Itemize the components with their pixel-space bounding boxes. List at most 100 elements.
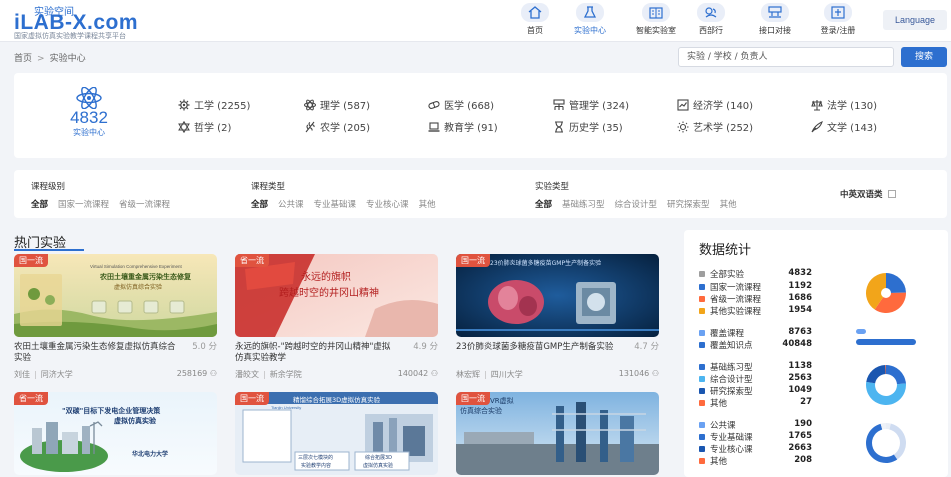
legend-swatch (699, 284, 705, 290)
statistics-panel: 数据统计 全部实验 4832 国家一流课程 1192 省级一流课程 1686 其他实验… (684, 230, 948, 477)
thumb-text: 精馏综合拓展3D虚拟仿真实验 (293, 396, 381, 404)
star-of-david-icon (178, 120, 190, 134)
legend-swatch (699, 422, 705, 428)
category-arts[interactable]: 艺术学 (252) (677, 119, 753, 134)
card-title[interactable]: 23价肺炎球菌多糖疫苗GMP生产制备实验 4.7 分 (456, 342, 659, 364)
bilingual-toggle[interactable]: 中英双语类 (840, 188, 896, 200)
category-label: 医学 (668) (444, 101, 495, 112)
legend-swatch (699, 308, 705, 314)
breadcrumb-home[interactable]: 首页 (14, 54, 32, 64)
card-thumbnail[interactable]: 国一流 Virtual Simulation Comprehensive Exp… (14, 254, 217, 337)
stat-label: 专业基础课 (710, 433, 753, 443)
stat-label: 研究探索型 (710, 387, 753, 397)
flask-icon (576, 3, 604, 22)
thumb-text: "双碳"目标下发电企业管理决策 (62, 407, 161, 415)
stat-value: 1686 (788, 293, 812, 303)
legend-swatch (699, 446, 705, 452)
category-label: 教育学 (91) (444, 123, 498, 134)
filter-option[interactable]: 全部 (251, 198, 268, 210)
thumb-text: 农田土壤重金属污染生态修复 (100, 273, 191, 281)
thumb-text: 虚拟仿真实验 (363, 463, 394, 469)
nav-login[interactable]: 登录/注册 (800, 3, 876, 36)
stat-value: 40848 (782, 339, 812, 349)
experiment-card[interactable]: 国一流 Virtual Simulation Comprehensive Exp… (14, 254, 217, 380)
card-thumbnail[interactable]: 国一流 23价肺炎球菌多糖疫苗GMP生产制备实验 (456, 254, 659, 337)
stat-value: 1049 (788, 385, 812, 395)
stat-label: 综合设计型 (710, 375, 753, 385)
card-title-text: 农田土壤重金属污染生态修复虚拟仿真综合实验 (14, 342, 176, 363)
card-meta: 刘佳 | 同济大学 258169 ⚇ (14, 369, 217, 380)
category-medicine[interactable]: 医学 (668) (428, 97, 494, 112)
filter-option[interactable]: 研究探索型 (667, 198, 710, 210)
stat-row: 综合设计型 2563 (699, 373, 829, 385)
experiment-card[interactable]: 国一流 VR虚拟 仿真综合实验 (456, 392, 659, 475)
quill-icon (811, 121, 823, 133)
breadcrumb-separator: > (37, 54, 45, 64)
filter-option[interactable]: 国家一流课程 (58, 198, 109, 210)
experiment-card[interactable]: 国一流 精馏综合拓展3D虚拟仿真实验 Tianjin University 三层… (235, 392, 438, 475)
search-button[interactable]: 搜索 (901, 47, 947, 67)
people-icon: ⚇ (430, 369, 438, 378)
filter-option[interactable]: 其他 (419, 198, 436, 210)
filter-option[interactable]: 综合设计型 (615, 198, 658, 210)
category-philosophy[interactable]: 哲学 (2) (178, 119, 231, 134)
stat-row: 研究探索型 1049 (699, 385, 829, 397)
experiment-card[interactable]: 省一流 永远的旗帜 跨越时空的井冈山精神 永远的旗帜-"跨越时空的井冈山精神"虚… (235, 254, 438, 380)
category-science[interactable]: 理学 (587) (304, 97, 370, 112)
coverage-bar-courses (856, 329, 866, 334)
filter-option[interactable]: 全部 (31, 198, 48, 210)
card-thumbnail[interactable]: 省一流 "双碳"目标下发电企业管理决策 虚拟仿真实验 华北电力大学 (14, 392, 217, 475)
card-meta: 林宏辉 | 四川大学 131046 ⚇ (456, 369, 659, 380)
stat-row: 专业核心课 2663 (699, 443, 829, 455)
stat-value: 208 (794, 455, 812, 465)
category-education[interactable]: 教育学 (91) (428, 119, 498, 134)
views-count: 258169 (176, 369, 208, 378)
category-literature[interactable]: 文学 (143) (811, 119, 877, 134)
book-icon (642, 3, 670, 22)
category-agriculture[interactable]: 农学 (205) (304, 119, 370, 134)
top-header: 实验空间 iLAB-X.com 国家虚拟仿真实验教学课程共享平台 首页 实验中心… (0, 0, 951, 42)
category-management[interactable]: 管理学 (324) (553, 97, 629, 112)
stat-value: 8763 (788, 327, 812, 337)
meta-divider: | (263, 370, 266, 379)
card-title-text: 23价肺炎球菌多糖疫苗GMP生产制备实验 (456, 342, 614, 352)
card-thumbnail[interactable]: 国一流 VR虚拟 仿真综合实验 (456, 392, 659, 475)
filter-option[interactable]: 专业基础课 (314, 198, 357, 210)
filter-option[interactable]: 省级一流课程 (119, 198, 170, 210)
meta-divider: | (34, 370, 37, 379)
category-label: 经济学 (140) (693, 101, 754, 112)
legend-swatch (699, 434, 705, 440)
donut-hole (872, 429, 900, 457)
search-input[interactable]: 实验 / 学校 / 负责人 (678, 47, 894, 67)
card-score: 4.7 分 (634, 342, 659, 352)
experiment-card[interactable]: 省一流 "双碳"目标下发电企业管理决策 虚拟仿真实验 华北电力大学 (14, 392, 217, 475)
card-views: 140042 ⚇ (398, 369, 438, 378)
nav-lab-center[interactable]: 实验中心 (552, 3, 628, 36)
filter-option[interactable]: 全部 (535, 198, 552, 210)
card-score: 4.9 分 (413, 342, 438, 352)
category-law[interactable]: 法学 (130) (811, 97, 877, 112)
category-economics[interactable]: 经济学 (140) (677, 97, 753, 112)
stat-label: 覆盖知识点 (710, 341, 753, 351)
legend-swatch (699, 376, 705, 382)
filter-option[interactable]: 其他 (720, 198, 737, 210)
card-thumbnail[interactable]: 省一流 永远的旗帜 跨越时空的井冈山精神 (235, 254, 438, 337)
filter-option[interactable]: 专业核心课 (366, 198, 409, 210)
thumb-text: 华北电力大学 (132, 451, 169, 458)
card-thumbnail[interactable]: 国一流 精馏综合拓展3D虚拟仿真实验 Tianjin University 三层… (235, 392, 438, 475)
stat-label: 全部实验 (710, 270, 745, 280)
level-badge: 国一流 (235, 392, 269, 405)
experiment-card[interactable]: 国一流 23价肺炎球菌多糖疫苗GMP生产制备实验 23价肺炎球菌多糖疫苗GMP生… (456, 254, 659, 380)
course-type-donut (866, 423, 906, 463)
language-button[interactable]: Language (883, 10, 947, 30)
total-experiments[interactable]: 4832 实验中心 (64, 87, 114, 138)
card-title[interactable]: 永远的旗帜-"跨越时空的井冈山精神"虚拟仿真实验教学 4.9 分 (235, 342, 438, 364)
card-title[interactable]: 农田土壤重金属污染生态修复虚拟仿真综合实验 5.0 分 (14, 342, 217, 364)
filter-option[interactable]: 基础练习型 (562, 198, 605, 210)
category-history[interactable]: 历史学 (35) (553, 119, 623, 134)
pill-icon (428, 99, 440, 111)
filter-option[interactable]: 公共课 (278, 198, 304, 210)
bilingual-checkbox[interactable] (887, 190, 896, 198)
category-engineering[interactable]: 工学 (2255) (178, 97, 250, 112)
stat-value: 2563 (788, 373, 812, 383)
